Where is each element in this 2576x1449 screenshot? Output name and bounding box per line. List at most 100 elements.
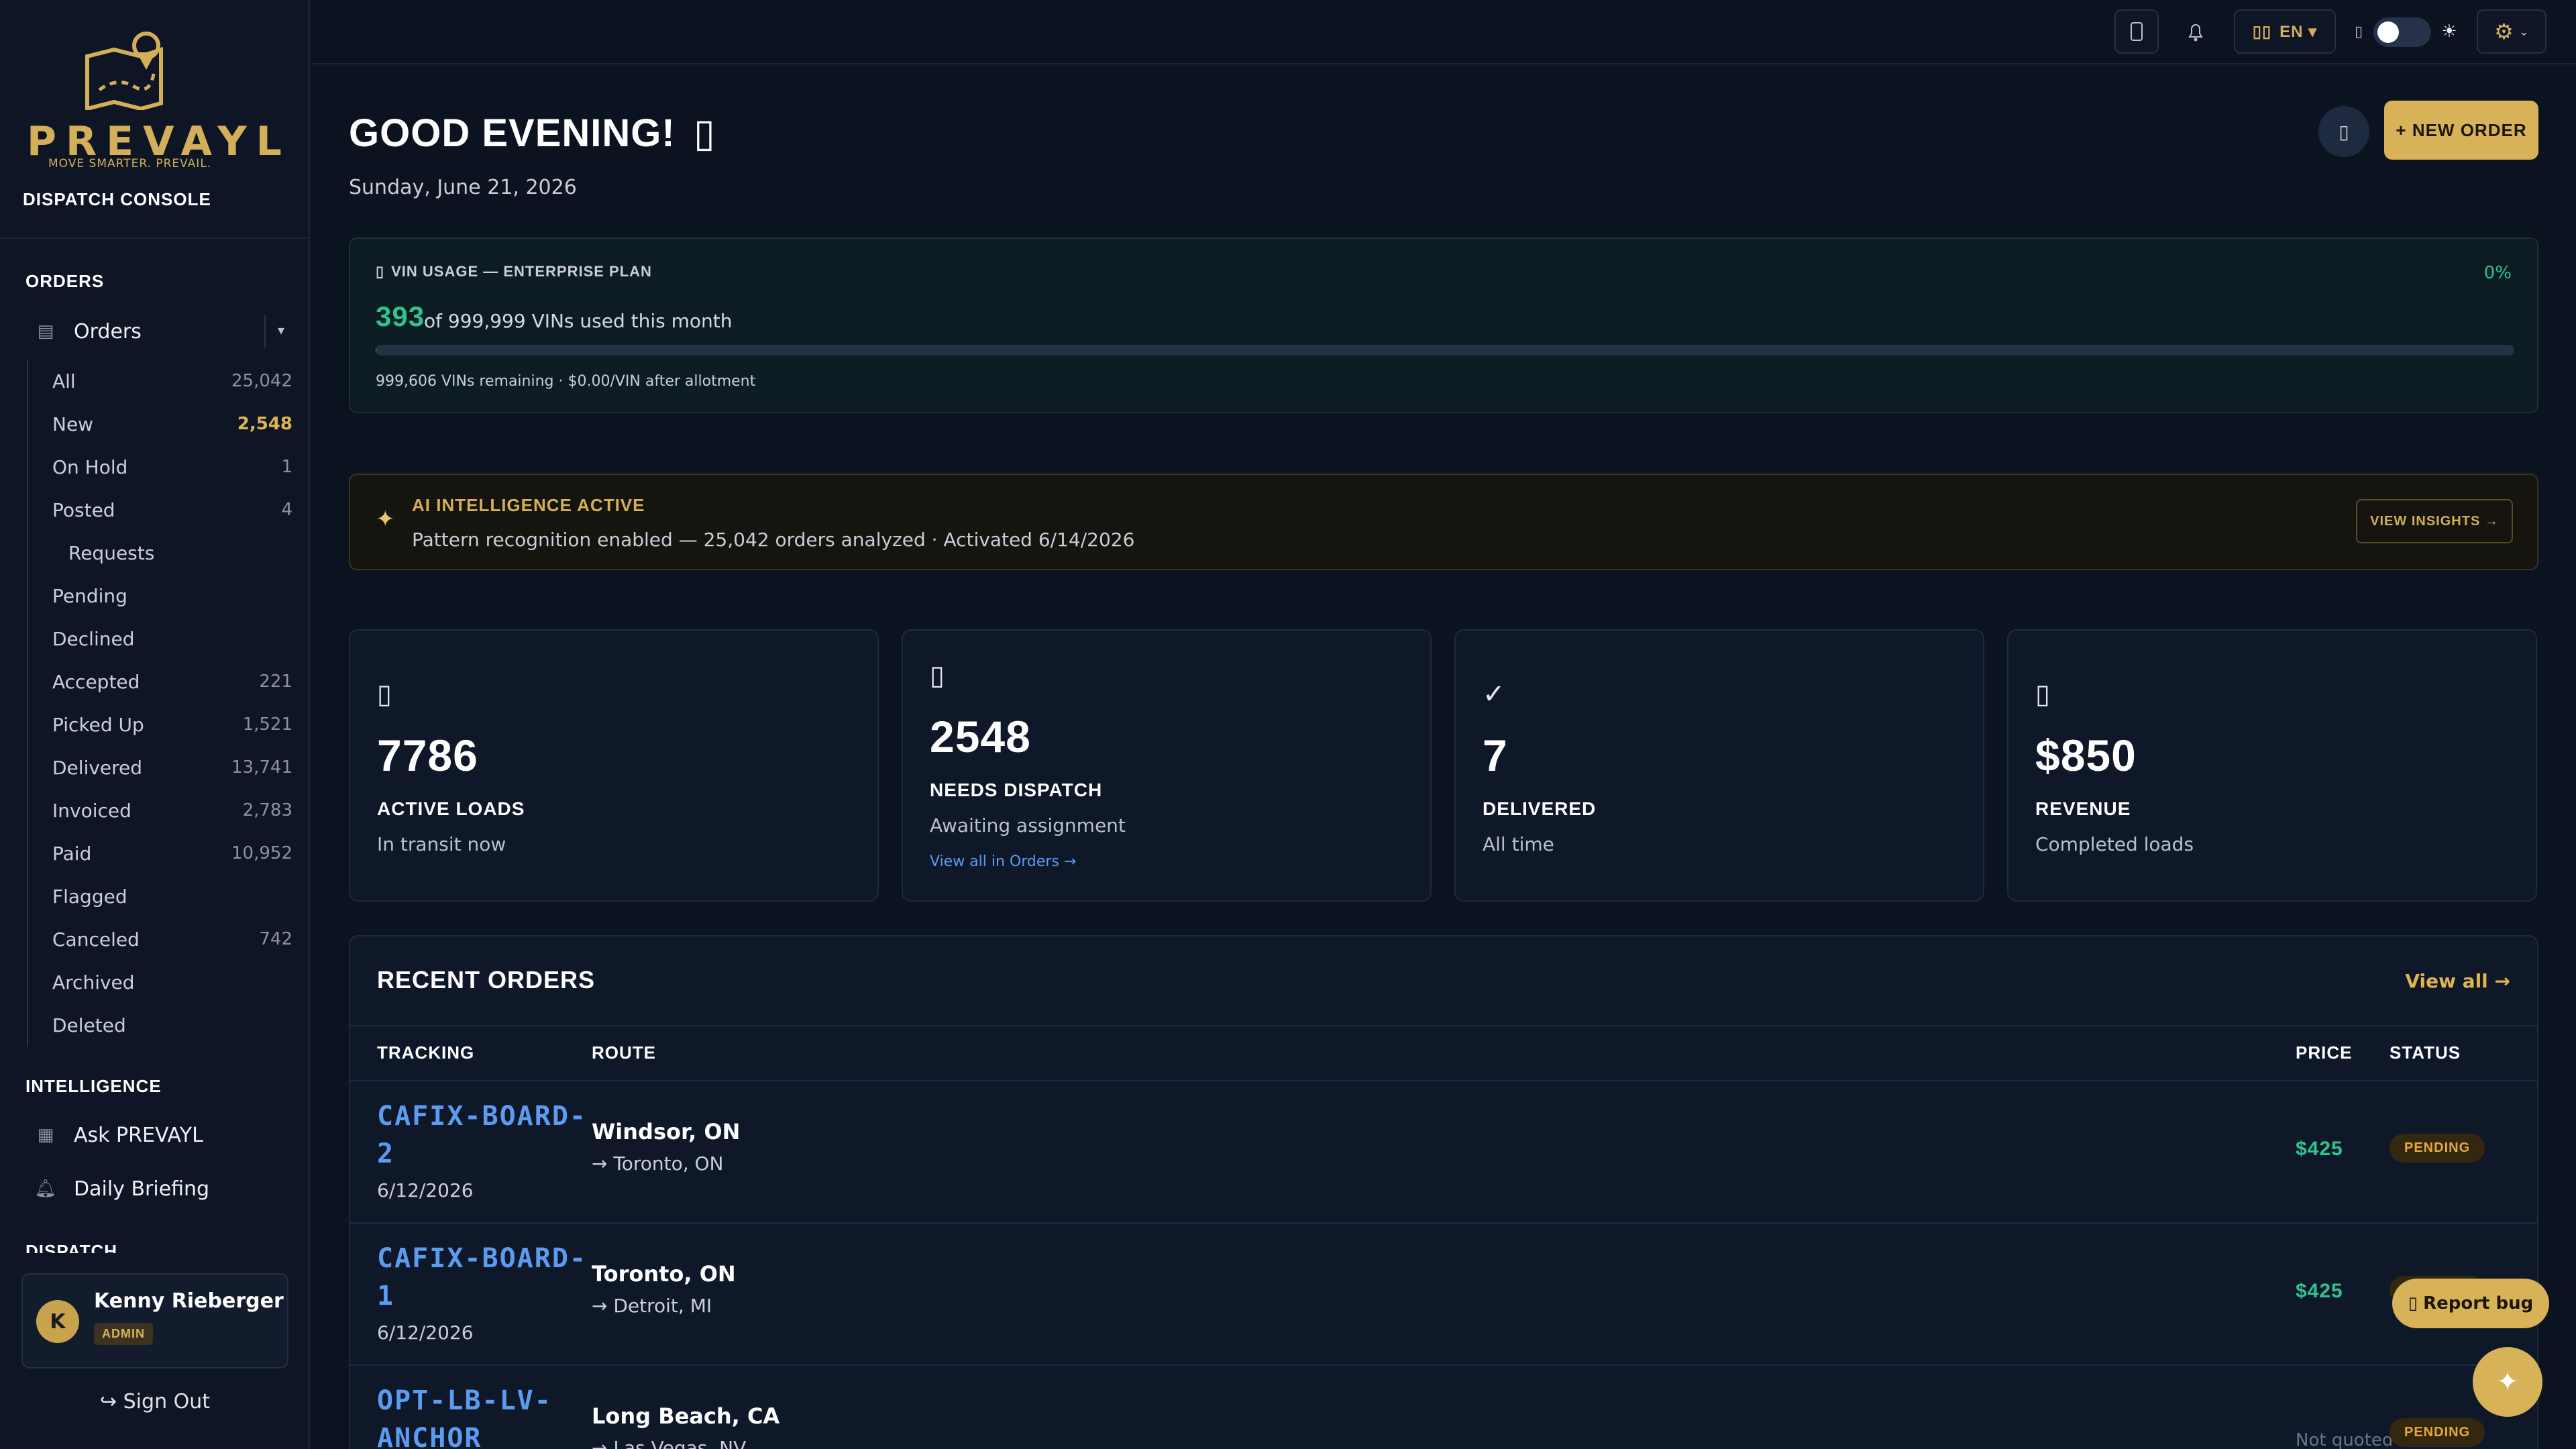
wave-icon: ▯: [693, 111, 716, 155]
order-date: 6/12/2026: [377, 1179, 474, 1201]
money-icon: ▯: [2035, 679, 2051, 710]
vin-progress-bar: [376, 345, 2514, 356]
settings-button[interactable]: ⚙ ⌄: [2477, 9, 2546, 54]
order-date: 6/12/2026: [377, 1322, 474, 1344]
sidebar-sub-all[interactable]: All 25,042: [28, 360, 292, 402]
sidebar-sub-paid[interactable]: Paid 10,952: [28, 832, 292, 875]
stat-label: DELIVERED: [1483, 798, 1597, 819]
table-row[interactable]: CAFIX-BOARD-2 6/12/2026 Windsor, ON → To…: [350, 1081, 2537, 1224]
ai-title: AI INTELLIGENCE ACTIVE: [412, 495, 645, 515]
gear-icon: ⚙: [2494, 19, 2514, 44]
stat-card-active-loads[interactable]: ▯ 7786 ACTIVE LOADS In transit now: [349, 629, 879, 902]
stat-number: 7786: [377, 731, 478, 780]
intelligence-section-head: INTELLIGENCE: [25, 1076, 162, 1096]
vin-usage-percent: 0%: [2483, 263, 2512, 283]
sidebar-sub-posted[interactable]: Posted 4: [28, 488, 292, 531]
tracking-link[interactable]: CAFIX-BOARD-2: [377, 1097, 592, 1173]
sign-out-button[interactable]: ↪ Sign Out: [0, 1390, 310, 1413]
phone-icon: [2131, 22, 2143, 41]
ai-assistant-fab[interactable]: ✦: [2473, 1347, 2542, 1417]
sun-icon: ☀: [2441, 21, 2457, 42]
sidebar-sub-new[interactable]: New 2,548: [28, 402, 292, 445]
logo-area: PREVAYL MOVE SMARTER. PREVAIL. DISPATCH …: [0, 0, 309, 239]
stat-card-needs-dispatch[interactable]: ▯ 2548 NEEDS DISPATCH Awaiting assignmen…: [902, 629, 1432, 902]
theme-toggle[interactable]: [2373, 17, 2431, 47]
sidebar-sub-picked-up[interactable]: Picked Up 1,521: [28, 703, 292, 746]
gauge-icon: ▯: [376, 263, 385, 280]
sparkle-icon: ✦: [2496, 1366, 2519, 1397]
search-icon: ▯: [2339, 120, 2349, 143]
sidebar-sub-accepted[interactable]: Accepted 221: [28, 660, 292, 703]
sidebar-item-orders[interactable]: ▤ Orders ▾: [27, 310, 290, 353]
sidebar-sub-delivered[interactable]: Delivered 13,741: [28, 746, 292, 789]
report-bug-button[interactable]: ▯ Report bug: [2392, 1279, 2549, 1328]
sidebar-sub-flagged[interactable]: Flagged: [28, 875, 292, 918]
sidebar-sub-canceled[interactable]: Canceled 742: [28, 918, 292, 961]
order-price: Not quoted: [2296, 1430, 2394, 1449]
route-to: → Detroit, MI: [592, 1295, 712, 1317]
current-date: Sunday, June 21, 2026: [349, 176, 577, 199]
stat-subtext: In transit now: [377, 833, 506, 855]
bell-icon: [2188, 24, 2203, 42]
vin-used-count: 393: [376, 301, 425, 332]
search-button[interactable]: ▯: [2318, 106, 2369, 157]
stat-subtext: Awaiting assignment: [930, 814, 1126, 837]
view-all-orders-link[interactable]: View all in Orders →: [930, 853, 1076, 870]
stat-subtext: All time: [1483, 833, 1554, 855]
column-status: STATUS: [2390, 1042, 2461, 1063]
user-card[interactable]: K Kenny Rieberger ADMIN: [21, 1273, 288, 1368]
status-badge: PENDING: [2390, 1134, 2485, 1163]
role-badge: ADMIN: [94, 1323, 153, 1345]
topbar: ▯▯ EN ▾ ▯ ☀ ⚙ ⌄: [311, 0, 2576, 64]
check-icon: ✓: [1483, 679, 1505, 710]
tracking-link[interactable]: CAFIX-BOARD-1: [377, 1240, 592, 1315]
sidebar-sub-deleted[interactable]: Deleted: [28, 1004, 292, 1046]
stat-subtext: Completed loads: [2035, 833, 2194, 855]
vin-remaining-note: 999,606 VINs remaining · $0.00/VIN after…: [376, 373, 756, 390]
dispatch-section-head: DISPATCH: [25, 1241, 118, 1253]
view-all-link[interactable]: View all →: [2405, 970, 2510, 992]
route-from: Windsor, ON: [592, 1119, 741, 1144]
column-route: ROUTE: [592, 1042, 656, 1063]
stat-number: 7: [1483, 731, 1508, 780]
view-insights-button[interactable]: VIEW INSIGHTS →: [2356, 499, 2513, 543]
column-price: PRICE: [2296, 1042, 2353, 1063]
stat-card-delivered[interactable]: ✓ 7 DELIVERED All time: [1454, 629, 1984, 902]
sparkle-icon: ✦: [376, 506, 395, 533]
sidebar-sub-on-hold[interactable]: On Hold 1: [28, 445, 292, 488]
column-tracking: TRACKING: [377, 1042, 475, 1063]
inbox-icon: ▯: [930, 660, 945, 691]
sidebar-sub-archived[interactable]: Archived: [28, 961, 292, 1004]
table-row[interactable]: OPT-LB-LV-ANCHOR Long Beach, CA → Las Ve…: [350, 1366, 2537, 1449]
sidebar-item-daily-briefing[interactable]: 🔔︎ Daily Briefing: [27, 1167, 290, 1210]
route-from: Long Beach, CA: [592, 1403, 780, 1429]
vin-used-text: of 999,999 VINs used this month: [424, 310, 733, 332]
mobile-icon-button[interactable]: [2114, 9, 2159, 54]
sidebar-item-ask-prevayl[interactable]: ▦ Ask PREVAYL: [27, 1114, 290, 1157]
bug-icon: ▯: [2408, 1293, 2418, 1313]
chevron-down-icon[interactable]: ▾: [278, 322, 284, 338]
table-row[interactable]: CAFIX-BOARD-1 6/12/2026 Toronto, ON → De…: [350, 1224, 2537, 1366]
sidebar-item-label: Daily Briefing: [74, 1177, 210, 1201]
stat-number: $850: [2035, 731, 2137, 780]
vin-usage-title: ▯ VIN USAGE — ENTERPRISE PLAN: [376, 263, 652, 280]
ai-intelligence-banner: ✦ AI INTELLIGENCE ACTIVE Pattern recogni…: [349, 474, 2538, 570]
sidebar-sub-requests[interactable]: Requests: [28, 531, 292, 574]
truck-icon: ▯: [377, 679, 392, 710]
notifications-button[interactable]: [2174, 9, 2218, 54]
sidebar-sub-invoiced[interactable]: Invoiced 2,783: [28, 789, 292, 832]
sidebar-sub-declined[interactable]: Declined: [28, 617, 292, 660]
new-order-button[interactable]: + NEW ORDER: [2384, 101, 2538, 160]
moon-icon: ▯: [2354, 23, 2363, 40]
order-price: $425: [2296, 1280, 2343, 1302]
recent-orders-card: RECENT ORDERS View all → TRACKING ROUTE …: [349, 935, 2538, 1449]
console-title: DISPATCH CONSOLE: [23, 189, 211, 209]
page-title: GOOD EVENING! ▯: [349, 111, 716, 155]
language-select[interactable]: ▯▯ EN ▾: [2234, 9, 2336, 54]
vin-usage-card: ▯ VIN USAGE — ENTERPRISE PLAN 0% 393 of 9…: [349, 237, 2538, 413]
toggle-knob: [2377, 21, 2399, 43]
sidebar-sub-pending[interactable]: Pending: [28, 574, 292, 617]
stat-card-revenue[interactable]: ▯ $850 REVENUE Completed loads: [2007, 629, 2537, 902]
tracking-link[interactable]: OPT-LB-LV-ANCHOR: [377, 1382, 592, 1449]
sidebar: PREVAYL MOVE SMARTER. PREVAIL. DISPATCH …: [0, 0, 310, 1449]
